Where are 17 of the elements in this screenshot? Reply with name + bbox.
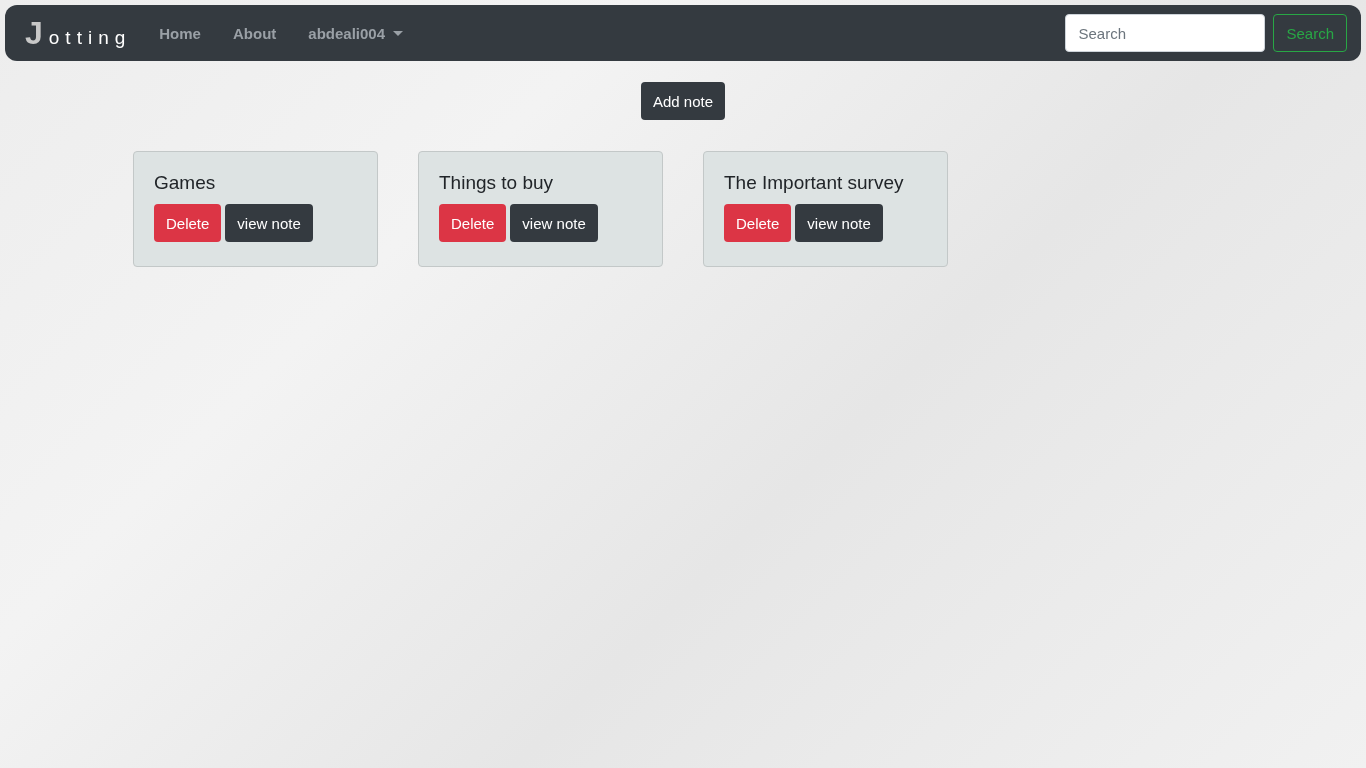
note-title: The Important survey (724, 172, 905, 194)
note-title: Things to buy (439, 172, 555, 194)
delete-button[interactable]: Delete (154, 204, 222, 242)
view-note-button[interactable]: view note (795, 204, 883, 242)
brand-logo[interactable]: Jotting (25, 14, 132, 52)
caret-icon (393, 30, 403, 36)
search-field[interactable]: Search (1065, 14, 1266, 52)
user-dropdown[interactable]: abdeali004 (292, 24, 419, 42)
nav-link[interactable]: Home (143, 24, 217, 42)
view-note-button[interactable]: view note (225, 204, 313, 242)
nav-link[interactable]: About (216, 24, 293, 42)
view-note-button[interactable]: view note (510, 204, 598, 242)
delete-button[interactable]: Delete (724, 204, 792, 242)
delete-button[interactable]: Delete (439, 204, 507, 242)
search-button[interactable]: Search (1273, 14, 1347, 52)
add-note-button[interactable]: Add note (640, 82, 726, 120)
note-title: Games (154, 172, 217, 194)
